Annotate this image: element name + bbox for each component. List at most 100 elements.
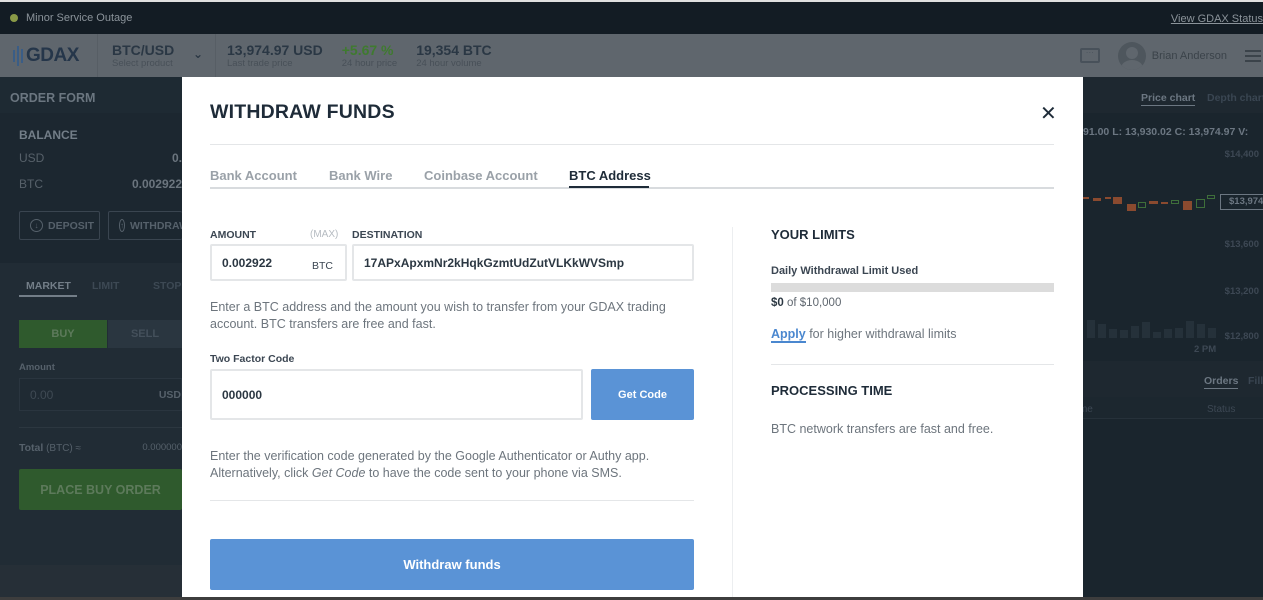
two-factor-input[interactable]: 000000 [210,369,583,420]
limit-used-text: $0 of $10,000 [771,297,841,309]
tab-btc-address[interactable]: BTC Address [569,168,651,183]
candle [1113,197,1122,204]
tab-coinbase-account[interactable]: Coinbase Account [424,168,538,183]
total-unit: (BTC) ≈ [46,443,82,454]
last-trade-price-value: 13,974.97 USD [227,41,323,58]
sidebar-footer [0,565,182,600]
volume-bar [1153,332,1161,338]
tab-orders[interactable]: Orders [1204,375,1239,389]
menu-icon[interactable] [1245,47,1263,65]
divider [19,427,182,428]
gdax-logo[interactable]: GDAX [0,34,98,77]
withdraw-funds-button[interactable]: Withdraw funds [210,539,694,590]
candle [1171,200,1179,204]
price-tick: $14,400 [1224,149,1259,160]
status-text: Minor Service Outage [26,12,133,24]
volume-bar [1131,326,1139,338]
arrow-up-circle-icon: ↑ [119,219,125,232]
arrow-down-circle-icon: ↓ [30,219,43,232]
logo-bars-icon [13,45,23,66]
avatar[interactable] [1117,41,1146,70]
withdraw-button[interactable]: ↑ WITHDRAW [108,211,182,240]
volume-bar [1175,328,1183,338]
modal-title: WITHDRAW FUNDS [210,101,395,123]
candle [1196,199,1205,208]
tab-limit[interactable]: LIMIT [92,280,119,292]
user-name[interactable]: Brian Anderson [1152,50,1227,62]
time-tick: 2 PM [1194,344,1217,355]
destination-value: 17APxApxmNr2kHqkGzmtUdZutVLKkWVSmp [364,255,625,270]
active-tab-indicator [569,186,649,188]
limit-used-value: $0 [771,297,784,309]
chart-tabs: Price chart Depth chart [1083,77,1263,113]
place-buy-order-button[interactable]: PLACE BUY ORDER [19,469,182,510]
candle [1093,198,1101,201]
status-bar: Minor Service Outage View GDAX Status [0,0,1263,34]
balance-currency: BTC [19,177,43,191]
volume-bar [1208,328,1216,338]
top-header: GDAX BTC/USD Select product ⌄ 13,974.97 … [0,34,1263,77]
volume-bar [1164,329,1172,338]
buy-button[interactable]: BUY [19,320,107,348]
two-factor-label: Two Factor Code [210,353,295,365]
sell-button[interactable]: SELL [108,320,182,348]
product-selector[interactable]: BTC/USD Select product ⌄ [98,34,216,77]
apply-text: for higher withdrawal limits [805,327,957,341]
gdax-app: Minor Service Outage View GDAX Status GD… [0,0,1263,600]
destination-input[interactable]: 17APxApxmNr2kHqkGzmtUdZutVLKkWVSmp [352,244,694,281]
tab-market[interactable]: MARKET [26,280,71,292]
form-divider [210,500,694,501]
close-icon[interactable]: ✕ [1040,104,1057,124]
amount-input[interactable]: 0.002922 BTC [210,244,347,281]
limit-total: of $10,000 [783,297,842,309]
total-value: 0.000000 [142,442,182,453]
balance-value: 0.002922 [131,177,182,191]
candle [1083,197,1089,199]
balance-title: BALANCE [19,128,78,142]
amount-placeholder: 0.00 [30,387,54,402]
candle [1105,197,1111,199]
price-change-label: 24 hour price [341,57,398,69]
view-status-link[interactable]: View GDAX Status [1171,13,1263,25]
two-factor-value: 000000 [222,387,263,402]
get-code-reference: Get Code [311,466,366,480]
tab-depth-chart[interactable]: Depth chart [1207,92,1263,104]
max-link[interactable]: (MAX) [310,229,338,240]
get-code-button[interactable]: Get Code [591,369,694,420]
logo-text: GDAX [26,44,79,66]
tab-price-chart[interactable]: Price chart [1141,92,1196,106]
candle [1138,202,1146,208]
amount-label: Amount [19,362,55,373]
amount-unit: USD [158,389,181,401]
order-form-sidebar: ORDER FORM BALANCE USD 0. BTC 0.002922 ↓… [0,77,182,600]
chat-icon[interactable]: ··· [1079,48,1100,63]
price-change-24h: +5.67 % 24 hour price [331,41,398,69]
tab-bank-account[interactable]: Bank Account [210,168,297,183]
tab-stop[interactable]: STOP [153,280,181,292]
amount-unit: BTC [312,260,333,272]
deposit-button[interactable]: ↓ DEPOSIT [19,211,100,240]
apply-link[interactable]: Apply [771,327,806,343]
chevron-down-icon: ⌄ [192,47,203,61]
order-form-title: ORDER FORM [10,91,96,105]
product-value: BTC/USD [112,41,175,58]
price-tick: $12,800 [1224,331,1259,342]
tab-bank-wire[interactable]: Bank Wire [329,168,392,183]
status-indicator-icon [10,14,18,22]
balance-row-usd: USD 0. [19,151,182,165]
volume-bar [1186,321,1194,338]
total-row: Total (BTC) ≈ 0.000000 [19,442,182,454]
orders-tabs: Orders Fills [1083,361,1263,397]
last-trade-price: 13,974.97 USD Last trade price [216,41,323,69]
tab-fills[interactable]: Fills [1248,375,1263,387]
volume-value: 19,354 BTC [416,41,492,58]
total-label: Total [19,442,44,454]
amount-input[interactable]: 0.00 USD [19,378,182,411]
price-change-value: +5.67 % [341,41,394,58]
price-tick: $13,200 [1224,286,1259,297]
orders-table-header: Time Status [1071,397,1263,419]
candle [1161,202,1168,204]
volume-bar [1197,324,1205,338]
limits-divider [771,364,1054,365]
volume-24h: 19,354 BTC 24 hour volume [405,41,492,69]
